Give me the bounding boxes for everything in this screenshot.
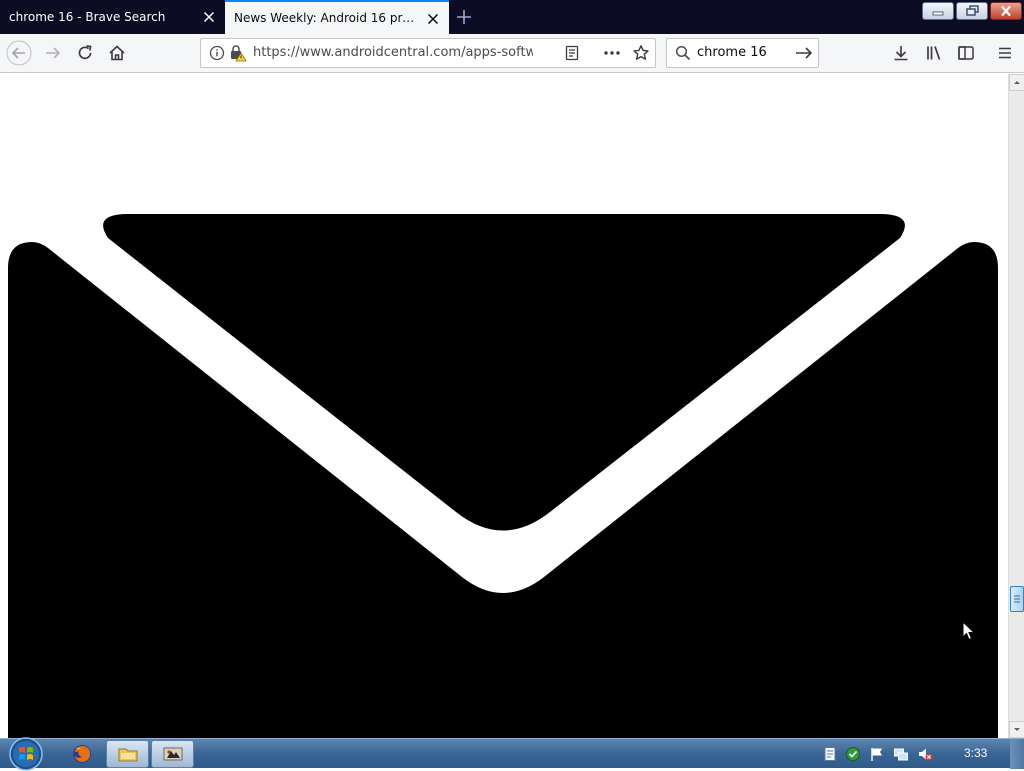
- taskbar-explorer[interactable]: [106, 740, 149, 768]
- minimize-button[interactable]: [922, 2, 954, 20]
- search-go-arrow-icon[interactable]: [795, 45, 813, 61]
- url-bar[interactable]: https://www.androidcentral.com/apps-soft…: [200, 38, 656, 68]
- insecure-lock-icon[interactable]: [229, 44, 247, 62]
- window-controls: [922, 2, 1022, 22]
- close-tab-icon[interactable]: [425, 11, 441, 27]
- url-text[interactable]: https://www.androidcentral.com/apps-soft…: [253, 45, 533, 60]
- action-center-flag-icon[interactable]: [869, 746, 885, 762]
- navigation-toolbar: https://www.androidcentral.com/apps-soft…: [0, 34, 1024, 73]
- security-shield-icon[interactable]: [845, 746, 861, 762]
- explorer-icon: [118, 748, 137, 762]
- forward-button[interactable]: [39, 39, 67, 67]
- library-button[interactable]: [920, 39, 948, 67]
- minimize-icon: [932, 11, 944, 16]
- mouse-cursor-icon: [962, 621, 976, 641]
- volume-muted-icon[interactable]: [917, 746, 933, 762]
- hamburger-menu-icon: [999, 47, 1011, 59]
- library-icon: [927, 46, 941, 60]
- envelope-icon: [8, 214, 998, 738]
- app-icon: [163, 747, 182, 761]
- start-button[interactable]: [6, 735, 46, 771]
- close-icon: [1001, 5, 1011, 17]
- scroll-up-button[interactable]: [1009, 74, 1024, 91]
- back-arrow-icon: [6, 40, 32, 66]
- reader-view-icon[interactable]: [564, 45, 580, 61]
- bookmark-star-icon[interactable]: [632, 44, 650, 62]
- chevron-down-icon: [1014, 728, 1020, 731]
- vertical-scrollbar[interactable]: [1008, 74, 1024, 738]
- firefox-icon: [73, 745, 91, 763]
- taskbar-firefox[interactable]: [60, 740, 104, 768]
- show-desktop-button[interactable]: [1010, 739, 1024, 769]
- network-icon[interactable]: [893, 746, 909, 762]
- taskbar: 3:33: [0, 735, 1024, 771]
- home-button[interactable]: [103, 39, 131, 67]
- reload-icon: [78, 45, 92, 60]
- menu-button[interactable]: [991, 39, 1019, 67]
- scroll-down-button[interactable]: [1009, 721, 1024, 738]
- reload-button[interactable]: [71, 39, 99, 67]
- system-tray: 3:33: [818, 739, 1024, 769]
- close-window-button[interactable]: [990, 2, 1022, 20]
- clock[interactable]: 3:33: [964, 746, 987, 760]
- sidebar-icon: [958, 46, 974, 60]
- page-content[interactable]: [0, 74, 1008, 738]
- restore-button[interactable]: [956, 2, 988, 20]
- forward-arrow-icon: [46, 47, 61, 59]
- tab-strip: chrome 16 - Brave Search News Weekly: An…: [0, 0, 1024, 34]
- sidebar-button[interactable]: [952, 39, 980, 67]
- back-button[interactable]: [5, 39, 33, 67]
- tab-title: News Weekly: Android 16 preview,: [234, 11, 416, 25]
- tab-brave-search[interactable]: chrome 16 - Brave Search: [0, 0, 225, 34]
- info-icon[interactable]: [209, 45, 225, 61]
- restore-icon: [966, 5, 979, 16]
- search-bar[interactable]: chrome 16: [666, 38, 819, 68]
- chevron-up-icon: [1014, 81, 1020, 84]
- downloads-button[interactable]: [887, 39, 915, 67]
- search-input[interactable]: chrome 16: [697, 45, 767, 60]
- tab-title: chrome 16 - Brave Search: [9, 10, 166, 24]
- document-icon[interactable]: [822, 746, 838, 762]
- page-actions-icon[interactable]: [603, 45, 621, 61]
- close-tab-icon[interactable]: [201, 9, 217, 25]
- download-icon: [894, 46, 908, 61]
- grip-icon: [1014, 595, 1020, 603]
- tab-news-weekly[interactable]: News Weekly: Android 16 preview,: [225, 0, 449, 34]
- home-icon: [109, 45, 125, 61]
- taskbar-app[interactable]: [151, 740, 194, 768]
- scroll-thumb[interactable]: [1010, 586, 1024, 612]
- search-icon: [675, 45, 691, 61]
- new-tab-icon[interactable]: [452, 6, 476, 28]
